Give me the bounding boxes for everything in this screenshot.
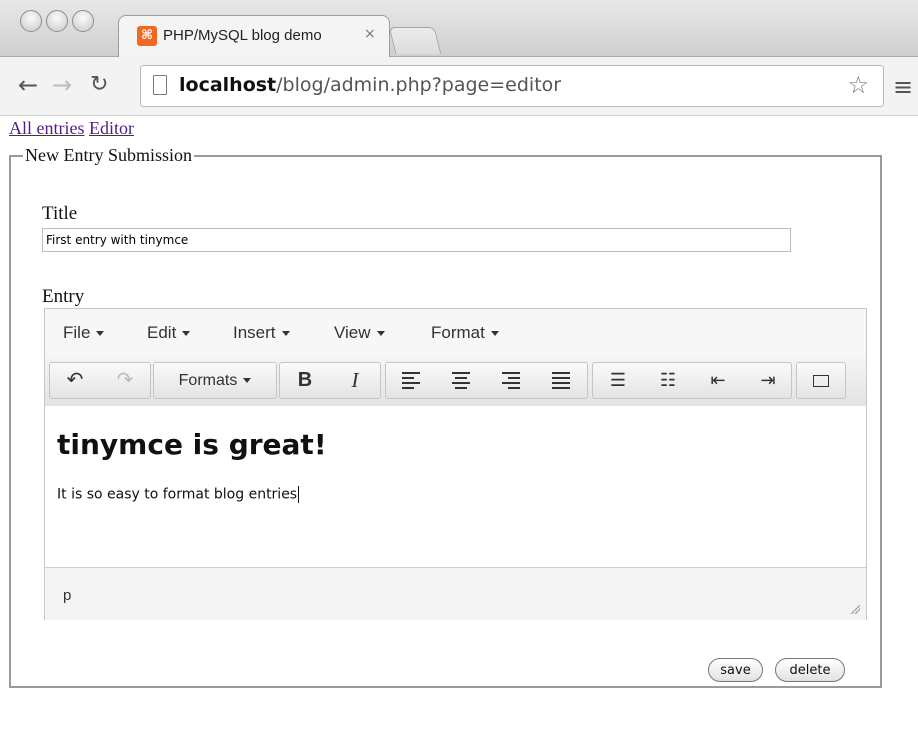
chevron-down-icon: [281, 331, 290, 337]
formats-group: Formats: [153, 362, 277, 399]
numbered-list-icon[interactable]: ☷: [643, 363, 693, 398]
menu-edit[interactable]: Edit: [147, 323, 191, 343]
browser-tab[interactable]: ⌘ PHP/MySQL blog demo ×: [118, 15, 390, 58]
editor-link[interactable]: Editor: [89, 118, 134, 138]
content-heading: tinymce is great!: [57, 428, 327, 461]
new-tab-button[interactable]: [388, 27, 442, 54]
entry-form: New Entry Submission Title Entry File Ed…: [9, 145, 882, 688]
chevron-down-icon: [182, 331, 191, 337]
forward-arrow-icon[interactable]: →: [52, 73, 72, 97]
rich-text-editor: File Edit Insert View Format ↶ ↷ Formats: [44, 308, 867, 620]
menu-icon[interactable]: ≡: [893, 73, 913, 101]
menu-insert[interactable]: Insert: [233, 323, 290, 343]
content-paragraph: It is so easy to format blog entries: [57, 486, 300, 503]
form-legend: New Entry Submission: [25, 145, 193, 165]
url-text: localhost/blog/admin.php?page=editor: [179, 74, 562, 96]
bullet-list-icon[interactable]: ☰: [593, 363, 643, 398]
element-path[interactable]: p: [63, 587, 71, 604]
tab-title: PHP/MySQL blog demo: [163, 27, 322, 44]
undo-redo-group: ↶ ↷: [49, 362, 151, 399]
browser-toolbar: ← → ↻ localhost/blog/admin.php?page=edit…: [0, 57, 918, 116]
align-center-icon[interactable]: [436, 363, 486, 398]
star-icon[interactable]: ☆: [847, 71, 869, 99]
insert-image-icon[interactable]: [797, 363, 845, 398]
italic-button[interactable]: I: [330, 363, 380, 398]
tab-close-icon[interactable]: ×: [364, 26, 376, 42]
menu-file[interactable]: File: [63, 323, 105, 343]
page-icon: [153, 75, 167, 95]
window-close-button[interactable]: [20, 10, 42, 32]
favicon-icon: ⌘: [137, 26, 157, 46]
admin-nav: All entries Editor: [9, 118, 134, 139]
bold-button[interactable]: B: [280, 363, 330, 398]
all-entries-link[interactable]: All entries: [9, 118, 84, 138]
indent-icon[interactable]: ⇥: [743, 363, 793, 398]
outdent-icon[interactable]: ⇤: [693, 363, 743, 398]
window-zoom-button[interactable]: [72, 10, 94, 32]
entry-label: Entry: [42, 286, 85, 307]
menu-view[interactable]: View: [334, 323, 385, 343]
back-arrow-icon[interactable]: ←: [18, 73, 38, 97]
align-left-icon[interactable]: [386, 363, 436, 398]
chevron-down-icon: [243, 378, 252, 384]
resize-handle-icon[interactable]: [850, 604, 860, 614]
reload-icon[interactable]: ↻: [90, 73, 108, 97]
browser-titlebar: ⌘ PHP/MySQL blog demo ×: [0, 0, 918, 58]
align-right-icon[interactable]: [486, 363, 536, 398]
alignment-group: [385, 362, 588, 399]
window-minimize-button[interactable]: [46, 10, 68, 32]
editor-toolbar: ↶ ↷ Formats B I ☰ ☷ ⇤ ⇥: [45, 356, 866, 407]
formats-dropdown[interactable]: Formats: [154, 363, 276, 398]
menu-format[interactable]: Format: [431, 323, 499, 343]
editor-statusbar: p: [45, 567, 866, 620]
text-cursor: [298, 486, 300, 503]
chevron-down-icon: [96, 331, 105, 337]
align-justify-icon[interactable]: [536, 363, 586, 398]
redo-icon[interactable]: ↷: [100, 363, 150, 398]
chevron-down-icon: [376, 331, 385, 337]
image-group: [796, 362, 846, 399]
address-bar[interactable]: localhost/blog/admin.php?page=editor ☆: [140, 65, 884, 107]
bold-italic-group: B I: [279, 362, 381, 399]
delete-button[interactable]: delete: [775, 658, 845, 682]
undo-icon[interactable]: ↶: [50, 363, 100, 398]
editor-menubar: File Edit Insert View Format: [45, 309, 866, 357]
title-input[interactable]: [42, 228, 791, 252]
title-label: Title: [42, 203, 78, 224]
list-indent-group: ☰ ☷ ⇤ ⇥: [592, 362, 792, 399]
editor-content-area[interactable]: tinymce is great! It is so easy to forma…: [45, 406, 866, 567]
chevron-down-icon: [490, 331, 499, 337]
save-button[interactable]: save: [708, 658, 763, 682]
